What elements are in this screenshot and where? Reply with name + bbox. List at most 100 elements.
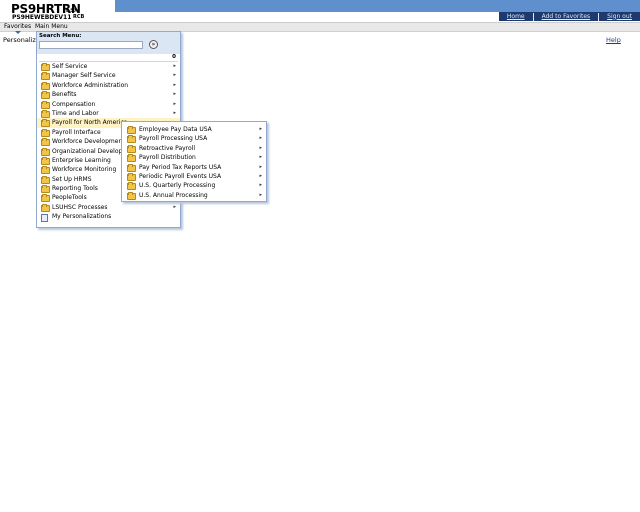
personalize-text[interactable]: Personalize: [3, 36, 40, 44]
submenu-item-label: Payroll Distribution: [139, 154, 196, 162]
favorites-dropdown-arrow-icon: [15, 31, 21, 34]
folder-icon: [127, 172, 136, 181]
favorites-menu[interactable]: Favorites: [4, 23, 31, 31]
menu-item-label: Organizational Developme: [52, 147, 132, 155]
menu-item-label: Workforce Development: [52, 138, 125, 146]
folder-icon: [41, 156, 50, 165]
user-code: RCB: [73, 14, 85, 20]
submenu-item-label: Employee Pay Data USA: [139, 126, 212, 133]
submenu-item-pay-period-tax-reports-usa[interactable]: Pay Period Tax Reports USA ▸: [122, 163, 266, 172]
menu-item-label: LSUHSC Processes: [52, 203, 108, 211]
menu-item-label: Workforce Administration: [52, 81, 129, 89]
menu-item-label: Benefits: [52, 91, 77, 99]
menu-item-label: Enterprise Learning: [52, 156, 111, 164]
submenu-arrow-icon: ▸: [173, 91, 176, 98]
header-nav-links: Home Add to Favorites Sign out: [498, 12, 640, 21]
folder-icon: [127, 135, 136, 144]
menu-item-compensation[interactable]: Compensation ▸: [37, 100, 180, 109]
folder-icon: [127, 154, 136, 163]
submenu-arrow-icon: ▸: [259, 191, 262, 198]
folder-icon: [41, 194, 50, 203]
folder-icon: [127, 182, 136, 191]
folder-icon: [41, 203, 50, 212]
header-bar: [115, 0, 640, 12]
submenu-arrow-icon: ▸: [259, 182, 262, 189]
submenu-arrow-icon: ▸: [259, 126, 262, 132]
menu-item-label: Manager Self Service: [52, 72, 116, 80]
folder-icon: [41, 81, 50, 90]
folder-icon: [127, 163, 136, 172]
menu-item-label: Set Up HRMS: [52, 175, 92, 183]
menu-item-benefits[interactable]: Benefits ▸: [37, 90, 180, 100]
folder-icon: [41, 166, 50, 175]
menu-item-label: Reporting Tools: [52, 185, 98, 193]
folder-icon: [41, 100, 50, 109]
page-icon: [41, 213, 48, 222]
submenu-item-payroll-distribution[interactable]: Payroll Distribution ▸: [122, 153, 266, 163]
header-curve: [95, 0, 135, 12]
submenu-item-us-annual-processing[interactable]: U.S. Annual Processing ▸: [122, 191, 266, 200]
menu-item-label: Payroll Interface: [52, 128, 101, 136]
menu-item-label: Self Service: [52, 63, 88, 70]
sign-out-link[interactable]: Sign out: [598, 12, 640, 21]
menu-item-time-and-labor[interactable]: Time and Labor ▸: [37, 109, 180, 118]
main-menu-tab[interactable]: Main Menu: [35, 23, 68, 31]
submenu-item-employee-pay-data-usa[interactable]: Employee Pay Data USA ▸: [122, 125, 266, 134]
submenu-item-label: U.S. Annual Processing: [139, 191, 208, 199]
submenu-arrow-icon: ▸: [173, 109, 176, 116]
help-link[interactable]: Help: [606, 36, 621, 44]
folder-icon: [127, 126, 136, 134]
submenu-item-label: Periodic Payroll Events USA: [139, 172, 222, 180]
count-badge: 0: [172, 54, 176, 60]
folder-icon: [41, 119, 50, 128]
submenu-item-retroactive-payroll[interactable]: Retroactive Payroll ▸: [122, 144, 266, 153]
search-menu-input[interactable]: [39, 41, 143, 49]
folder-icon: [41, 91, 50, 100]
submenu-item-payroll-processing-usa[interactable]: Payroll Processing USA ▸: [122, 134, 266, 144]
submenu-arrow-icon: ▸: [173, 100, 176, 107]
submenu-arrow-icon: ▸: [173, 63, 176, 69]
submenu-arrow-icon: ▸: [259, 154, 262, 161]
submenu-arrow-icon: ▸: [173, 81, 176, 88]
payroll-submenu: Employee Pay Data USA ▸ Payroll Processin…: [121, 121, 267, 202]
folder-icon: [41, 185, 50, 194]
submenu-item-label: U.S. Quarterly Processing: [139, 182, 216, 190]
menu-item-manager-self-service[interactable]: Manager Self Service ▸: [37, 71, 180, 81]
menu-item-label: My Personalizations: [52, 213, 112, 221]
submenu-item-label: Payroll Processing USA: [139, 135, 208, 143]
submenu-item-us-quarterly-processing[interactable]: U.S. Quarterly Processing ▸: [122, 181, 266, 191]
menu-item-lsuhsc-processes[interactable]: LSUHSC Processes ▸: [37, 203, 180, 212]
folder-icon: [127, 191, 136, 200]
submenu-arrow-icon: ▸: [173, 72, 176, 79]
go-arrow-icon[interactable]: »: [149, 40, 158, 49]
submenu-item-periodic-payroll-events-usa[interactable]: Periodic Payroll Events USA ▸: [122, 172, 266, 181]
menu-item-workforce-administration[interactable]: Workforce Administration ▸: [37, 81, 180, 90]
folder-icon: [127, 144, 136, 153]
search-menu-label: Search Menu:: [39, 33, 82, 39]
database-name: PS9HEWEBDEV11: [12, 14, 72, 21]
menu-item-my-personalizations[interactable]: My Personalizations: [37, 212, 180, 222]
menu-item-label: Time and Labor: [52, 109, 99, 117]
menu-item-label: Payroll for North America: [52, 119, 128, 127]
folder-icon: [41, 63, 50, 71]
folder-icon: [41, 109, 50, 118]
submenu-arrow-icon: ▸: [259, 135, 262, 142]
submenu-arrow-icon: ▸: [259, 163, 262, 170]
folder-icon: [41, 138, 50, 147]
menu-item-self-service[interactable]: Self Service ▸: [37, 62, 180, 71]
submenu-arrow-icon: ▸: [259, 172, 262, 179]
app-version: 8.50: [66, 8, 76, 13]
menu-item-label: Compensation: [52, 100, 96, 108]
submenu-arrow-icon: ▸: [259, 144, 262, 151]
home-link[interactable]: Home: [499, 13, 533, 21]
folder-icon: [41, 175, 50, 184]
submenu-item-label: Retroactive Payroll: [139, 144, 196, 152]
submenu-list: Employee Pay Data USA ▸ Payroll Processin…: [122, 125, 266, 200]
add-to-favorites-link[interactable]: Add to Favorites: [532, 12, 599, 21]
menu-item-label: Workforce Monitoring: [52, 166, 117, 174]
folder-icon: [41, 147, 50, 156]
page-header: PS9HRTRN 8.50 PS9HEWEBDEV11 RCB Home Add…: [0, 0, 640, 22]
folder-icon: [41, 128, 50, 137]
search-menu-panel: Search Menu: »: [37, 32, 180, 54]
folder-icon: [41, 72, 50, 81]
